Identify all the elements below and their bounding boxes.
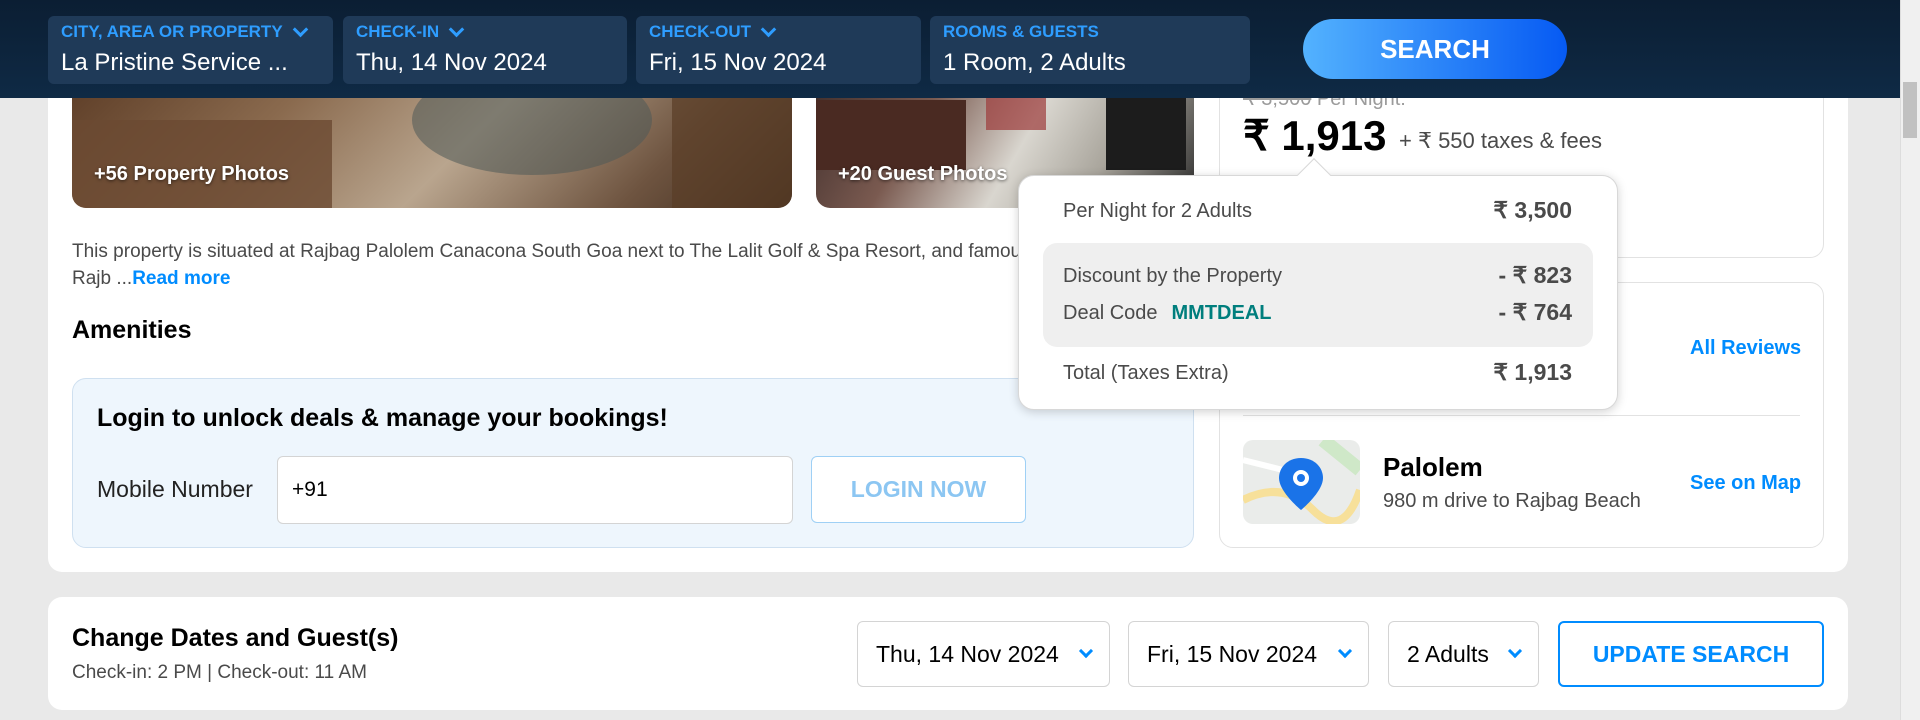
rooms-value: 1 Room, 2 Adults bbox=[943, 49, 1126, 76]
map-thumbnail[interactable] bbox=[1243, 440, 1360, 524]
search-button[interactable]: SEARCH bbox=[1303, 19, 1567, 79]
final-price: ₹ 1,913 bbox=[1243, 112, 1387, 159]
map-pin-icon bbox=[1243, 440, 1360, 524]
city-label: CITY, AREA OR PROPERTY bbox=[61, 22, 283, 41]
checkout-date-value: Fri, 15 Nov 2024 bbox=[1147, 640, 1318, 667]
checkin-checkout-times: Check-in: 2 PM | Check-out: 11 AM bbox=[72, 662, 367, 683]
guests-select[interactable]: 2 Adults bbox=[1388, 621, 1539, 687]
checkin-field[interactable]: CHECK-IN Thu, 14 Nov 2024 bbox=[343, 16, 627, 84]
breakdown-row-label: Total (Taxes Extra) bbox=[1063, 362, 1229, 384]
breakdown-row-label: Per Night for 2 Adults bbox=[1063, 200, 1252, 222]
rooms-guests-field[interactable]: ROOMS & GUESTS 1 Room, 2 Adults bbox=[930, 16, 1250, 84]
breakdown-row-label: Discount by the Property bbox=[1063, 265, 1282, 287]
chevron-down-icon bbox=[760, 21, 777, 37]
login-title: Login to unlock deals & manage your book… bbox=[97, 404, 668, 432]
all-reviews-link[interactable]: All Reviews bbox=[1690, 337, 1801, 360]
divider bbox=[1243, 415, 1800, 416]
chevron-down-icon bbox=[292, 21, 308, 37]
chevron-down-icon bbox=[1337, 643, 1353, 659]
discount-box bbox=[1043, 243, 1593, 347]
guest-photos-caption: +20 Guest Photos bbox=[838, 163, 1008, 185]
breakdown-row-value: - ₹ 764 bbox=[1498, 299, 1572, 325]
deal-code-row: Deal Code MMTDEAL bbox=[1063, 302, 1272, 325]
city-value: La Pristine Service ... bbox=[61, 49, 288, 76]
scrollbar-thumb[interactable] bbox=[1903, 82, 1917, 138]
location-subtitle: 980 m drive to Rajbag Beach bbox=[1383, 490, 1641, 512]
checkout-label: CHECK-OUT bbox=[649, 22, 751, 41]
guests-value: 2 Adults bbox=[1407, 640, 1489, 667]
breakdown-row-label: Deal Code bbox=[1063, 302, 1158, 324]
checkout-value: Fri, 15 Nov 2024 bbox=[649, 49, 827, 76]
breakdown-row-value: ₹ 1,913 bbox=[1493, 359, 1572, 385]
mobile-number-input[interactable] bbox=[277, 456, 793, 524]
change-dates-title: Change Dates and Guest(s) bbox=[72, 624, 399, 652]
chevron-down-icon bbox=[1507, 643, 1523, 659]
login-now-button[interactable]: LOGIN NOW bbox=[811, 456, 1026, 523]
breakdown-row-value: - ₹ 823 bbox=[1498, 262, 1572, 288]
mobile-number-label: Mobile Number bbox=[97, 476, 253, 502]
deal-code: MMTDEAL bbox=[1171, 302, 1272, 324]
checkout-date-select[interactable]: Fri, 15 Nov 2024 bbox=[1128, 621, 1369, 687]
property-description: This property is situated at Rajbag Palo… bbox=[72, 238, 1032, 292]
search-bar: CITY, AREA OR PROPERTY La Pristine Servi… bbox=[0, 0, 1900, 98]
taxes-fees: + ₹ 550 taxes & fees bbox=[1399, 128, 1602, 153]
rooms-label: ROOMS & GUESTS bbox=[943, 22, 1099, 41]
checkin-date-value: Thu, 14 Nov 2024 bbox=[876, 640, 1059, 667]
location-title: Palolem bbox=[1383, 452, 1483, 482]
property-photos-caption: +56 Property Photos bbox=[94, 163, 290, 185]
checkin-value: Thu, 14 Nov 2024 bbox=[356, 49, 547, 76]
checkin-label: CHECK-IN bbox=[356, 22, 440, 41]
chevron-down-icon bbox=[448, 21, 465, 37]
chevron-down-icon bbox=[1078, 643, 1094, 659]
update-search-button[interactable]: UPDATE SEARCH bbox=[1558, 621, 1824, 687]
amenities-title: Amenities bbox=[72, 316, 192, 344]
see-on-map-link[interactable]: See on Map bbox=[1690, 472, 1801, 495]
read-more-link[interactable]: Read more bbox=[132, 268, 230, 289]
breakdown-row-value: ₹ 3,500 bbox=[1493, 197, 1572, 223]
city-field[interactable]: CITY, AREA OR PROPERTY La Pristine Servi… bbox=[48, 16, 333, 84]
checkin-date-select[interactable]: Thu, 14 Nov 2024 bbox=[857, 621, 1110, 687]
checkout-field[interactable]: CHECK-OUT Fri, 15 Nov 2024 bbox=[636, 16, 921, 84]
